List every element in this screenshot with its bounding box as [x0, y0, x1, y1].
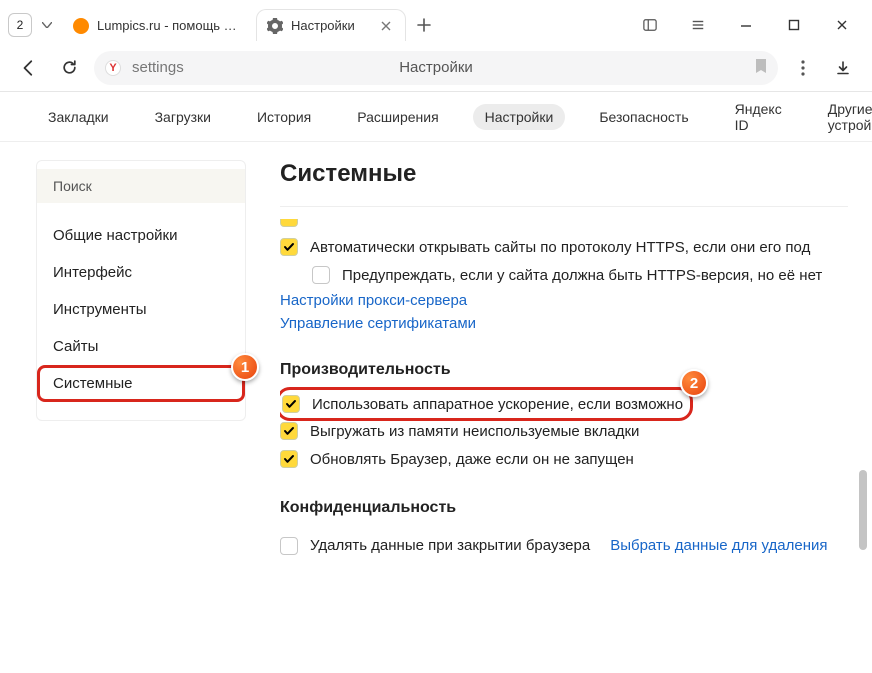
section-heading-performance: Производительность — [280, 361, 848, 379]
section-heading-system: Системные — [280, 160, 848, 188]
menu-button[interactable] — [676, 10, 720, 40]
scrollbar-thumb[interactable] — [859, 470, 867, 550]
annotation-badge-2: 2 — [680, 369, 708, 397]
option-bg-update[interactable]: Обновлять Браузер, даже если он не запущ… — [280, 445, 848, 473]
option-auto-https[interactable]: Автоматически открывать сайты по протоко… — [280, 233, 848, 261]
downloads-button[interactable] — [828, 53, 858, 83]
annotation-badge-1: 1 — [231, 353, 259, 381]
topnav-history[interactable]: История — [245, 104, 323, 130]
tab-label: Настройки — [291, 18, 373, 33]
sidebar-toggle-button[interactable] — [628, 10, 672, 40]
close-icon[interactable] — [381, 19, 395, 33]
tab-count-badge[interactable]: 2 — [8, 13, 32, 37]
url-text: settings — [132, 59, 202, 76]
checkbox-checked-icon — [282, 395, 300, 413]
settings-content: Системные Автоматически открывать сайты … — [280, 160, 872, 673]
new-tab-button[interactable] — [410, 11, 438, 39]
page-scrollbar[interactable] — [856, 110, 870, 661]
link-cert-management[interactable]: Управление сертификатами — [280, 312, 476, 335]
checkbox-checked-icon — [280, 422, 298, 440]
favicon-lumpics — [73, 18, 89, 34]
window-maximize[interactable] — [772, 10, 816, 40]
sidebar-item-sites[interactable]: Сайты — [37, 328, 245, 365]
topnav-settings[interactable]: Настройки — [473, 104, 566, 130]
link-proxy-settings[interactable]: Настройки прокси-сервера — [280, 289, 467, 312]
window-minimize[interactable] — [724, 10, 768, 40]
tab-settings[interactable]: Настройки — [256, 9, 406, 41]
tab-label: Lumpics.ru - помощь с ко — [97, 18, 241, 33]
bookmark-icon[interactable] — [754, 58, 768, 77]
option-label: Автоматически открывать сайты по протоко… — [310, 239, 810, 256]
sidebar-item-system[interactable]: Системные — [37, 365, 245, 402]
back-button[interactable] — [14, 53, 44, 83]
settings-body: Поиск Общие настройки Интерфейс Инструме… — [0, 142, 872, 673]
reload-button[interactable] — [54, 53, 84, 83]
option-hw-accel[interactable]: Использовать аппаратное ускорение, если … — [280, 391, 689, 417]
sidebar-item-general[interactable]: Общие настройки — [37, 217, 245, 254]
checkbox-unchecked-icon — [280, 537, 298, 555]
sidebar-item-interface[interactable]: Интерфейс — [37, 254, 245, 291]
topnav-downloads[interactable]: Загрузки — [143, 104, 223, 130]
option-label: Удалять данные при закрытии браузера — [310, 537, 590, 554]
option-label: Обновлять Браузер, даже если он не запущ… — [310, 451, 634, 468]
tab-lumpics[interactable]: Lumpics.ru - помощь с ко — [62, 9, 252, 41]
kebab-menu[interactable] — [788, 53, 818, 83]
section-heading-privacy: Конфиденциальность — [280, 499, 848, 517]
checkbox-unchecked-icon — [312, 266, 330, 284]
topnav-extensions[interactable]: Расширения — [345, 104, 450, 130]
settings-topnav: Закладки Загрузки История Расширения Нас… — [0, 92, 872, 142]
checkbox-checked-icon — [280, 450, 298, 468]
checkbox-checked-icon — [280, 238, 298, 256]
partial-checkbox-peek — [280, 219, 298, 227]
sidebar-item-tools[interactable]: Инструменты — [37, 291, 245, 328]
titlebar: 2 Lumpics.ru - помощь с ко Настройки — [0, 0, 872, 44]
option-label: Выгружать из памяти неиспользуемые вклад… — [310, 423, 639, 440]
toolbar: Y settings Настройки — [0, 44, 872, 92]
option-label: Предупреждать, если у сайта должна быть … — [342, 267, 822, 284]
address-bar[interactable]: Y settings Настройки — [94, 51, 778, 85]
option-clear-on-close[interactable]: Удалять данные при закрытии браузера Выб… — [280, 529, 848, 562]
window-close[interactable] — [820, 10, 864, 40]
site-favicon: Y — [104, 59, 122, 77]
sidebar-search[interactable]: Поиск — [37, 169, 245, 203]
link-choose-clear-data[interactable]: Выбрать данные для удаления — [610, 534, 827, 557]
gear-icon — [267, 18, 283, 34]
tab-list-dropdown[interactable] — [36, 14, 58, 36]
topnav-bookmarks[interactable]: Закладки — [36, 104, 121, 130]
topnav-security[interactable]: Безопасность — [587, 104, 700, 130]
option-label: Использовать аппаратное ускорение, если … — [312, 396, 683, 413]
option-warn-https[interactable]: Предупреждать, если у сайта должна быть … — [280, 261, 848, 289]
topnav-yandex-id[interactable]: Яндекс ID — [723, 96, 794, 138]
settings-sidebar: Поиск Общие настройки Интерфейс Инструме… — [36, 160, 246, 421]
option-unload-tabs[interactable]: Выгружать из памяти неиспользуемые вклад… — [280, 417, 848, 445]
page-title-inline: Настройки — [399, 59, 473, 76]
